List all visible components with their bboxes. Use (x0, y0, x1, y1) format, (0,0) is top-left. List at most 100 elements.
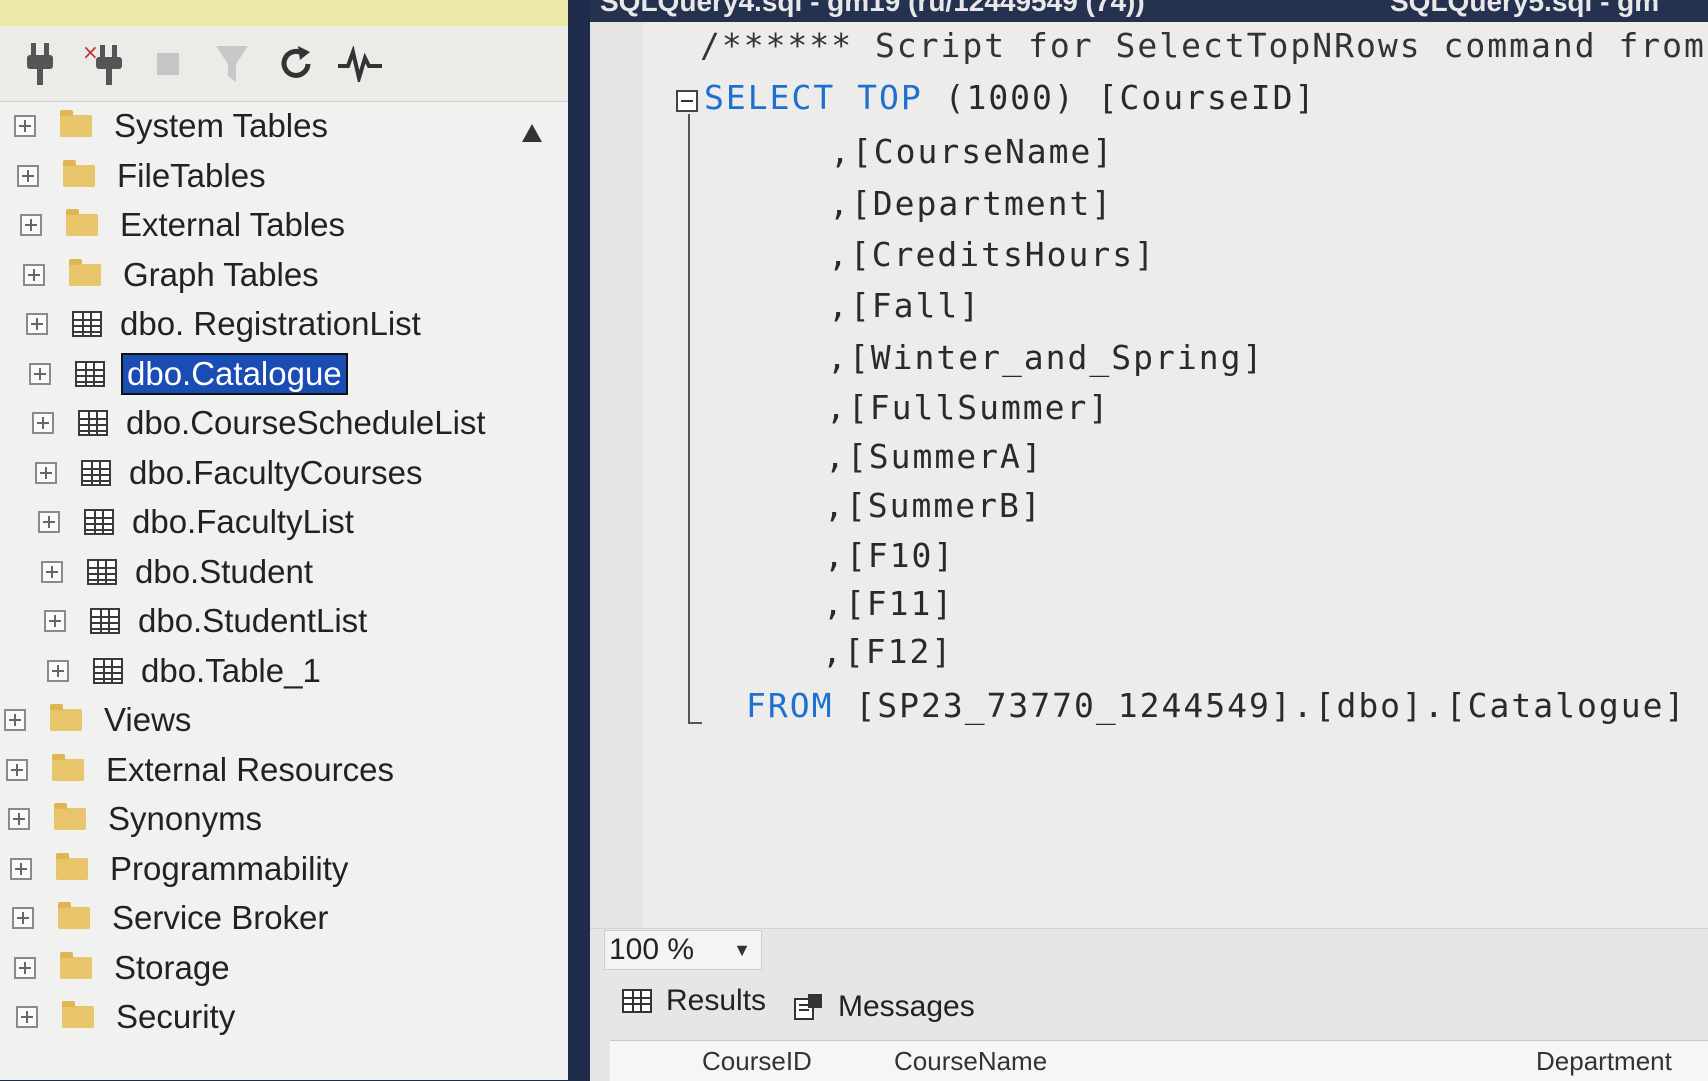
tree-item[interactable]: Security (16, 995, 235, 1039)
tree-item[interactable]: dbo.StudentList (44, 599, 367, 643)
fold-guide (688, 114, 690, 724)
from-keyword: FROM (746, 686, 834, 725)
column-line: ,[CreditsHours] (828, 235, 1157, 274)
grid-column-header[interactable]: CourseID (702, 1046, 812, 1077)
folder-icon (66, 209, 98, 236)
expand-plus-icon[interactable] (35, 461, 57, 484)
from-line: FROM [SP23_73770_1244549].[dbo].[Catalog… (746, 686, 1686, 725)
select-keyword: SELECT (704, 78, 836, 117)
query-tab-2[interactable]: SQLQuery5.sql - gm (1390, 0, 1659, 18)
expand-plus-icon[interactable] (12, 907, 34, 929)
query-tab-1[interactable]: SQLQuery4.sql - gm19 (ru/12449549 (74)) (600, 0, 1145, 18)
table-icon (78, 410, 108, 436)
tree-item[interactable]: Graph Tables (23, 253, 319, 297)
folder-icon (50, 704, 82, 731)
tree-item[interactable]: Programmability (10, 847, 348, 891)
folder-icon (60, 951, 92, 979)
tree-item[interactable]: System Tables (14, 104, 328, 148)
expand-plus-icon[interactable] (16, 1006, 38, 1028)
tree-item-label: Graph Tables (123, 255, 319, 293)
object-explorer: × System Tables FileTables External Tables… (0, 0, 568, 1080)
expand-plus-icon[interactable] (26, 313, 48, 335)
expand-plus-icon[interactable] (29, 362, 51, 385)
tree-item-label: dbo.Student (135, 552, 313, 590)
panel-splitter[interactable] (568, 0, 590, 1080)
expand-plus-icon[interactable] (44, 610, 66, 632)
tree-item[interactable]: dbo.Catalogue (29, 352, 348, 396)
tree-item[interactable]: External Tables (20, 203, 345, 247)
expand-plus-icon[interactable] (47, 659, 69, 682)
grid-column-header[interactable]: Department (1536, 1046, 1672, 1077)
tree-item[interactable]: FileTables (17, 154, 266, 198)
tree-item-label: Programmability (110, 849, 349, 887)
expand-plus-icon[interactable] (6, 758, 28, 781)
column-line: ,[F11] (823, 584, 955, 623)
tree-item[interactable]: dbo. RegistrationList (26, 302, 421, 346)
table-icon (84, 509, 114, 535)
object-explorer-tree: System Tables FileTables External Tables Gr… (0, 107, 520, 1080)
messages-tab[interactable]: Messages (794, 990, 975, 1024)
tree-item-label: dbo.FacultyCourses (129, 453, 423, 491)
expand-plus-icon[interactable] (32, 412, 54, 434)
tree-item[interactable]: Service Broker (12, 896, 328, 940)
expand-plus-icon[interactable] (8, 808, 30, 830)
tree-item[interactable]: dbo.Table_1 (47, 649, 321, 693)
query-editor[interactable] (590, 22, 1708, 928)
connect-icon[interactable] (18, 42, 62, 86)
tree-item-label: Service Broker (112, 899, 329, 936)
select-line: SELECT TOP (1000) [CourseID] (704, 78, 1316, 117)
expand-plus-icon[interactable] (38, 511, 60, 533)
editor-margin (590, 22, 642, 928)
expand-plus-icon[interactable] (14, 956, 36, 979)
expand-plus-icon[interactable] (14, 115, 36, 137)
column-line: ,[FullSummer] (826, 388, 1111, 427)
tree-item[interactable]: dbo.FacultyCourses (35, 451, 422, 495)
chevron-down-icon: ▼ (733, 939, 751, 960)
fold-guide-end (688, 722, 702, 724)
column-line: ,[SummerB] (824, 486, 1043, 525)
folder-icon (60, 110, 92, 137)
disconnect-icon[interactable]: × (82, 41, 126, 86)
results-tab[interactable]: Results (622, 984, 766, 1018)
tree-item[interactable]: dbo.CourseScheduleList (32, 401, 486, 445)
grid-column-header[interactable]: CourseName (894, 1046, 1047, 1077)
tree-item[interactable]: dbo.Student (41, 550, 313, 594)
table-icon (81, 459, 111, 486)
filter-icon[interactable] (210, 42, 254, 86)
folder-icon (52, 753, 84, 781)
expand-plus-icon[interactable] (17, 164, 39, 187)
zoom-dropdown[interactable]: 100 % ▼ (604, 930, 762, 970)
tree-item[interactable]: dbo.FacultyList (38, 500, 354, 544)
stop-icon[interactable] (146, 42, 190, 86)
expand-plus-icon[interactable] (4, 709, 26, 731)
tree-item-label: External Tables (120, 206, 346, 243)
folder-icon (54, 803, 86, 830)
expand-plus-icon[interactable] (20, 214, 42, 236)
expand-plus-icon[interactable] (10, 857, 32, 880)
expand-plus-icon[interactable] (41, 560, 63, 583)
tree-item[interactable]: Synonyms (8, 797, 262, 841)
explorer-toolbar: × (0, 26, 568, 102)
document-tab-bar: SQLQuery4.sql - gm19 (ru/12449549 (74)) … (590, 0, 1708, 22)
table-icon (75, 360, 105, 387)
tree-item-label: dbo.Table_1 (141, 651, 321, 689)
refresh-icon[interactable] (274, 42, 318, 86)
tree-item-label: Storage (114, 948, 230, 986)
scroll-up-arrow-icon[interactable] (522, 124, 542, 144)
collapse-toggle-icon[interactable] (676, 90, 698, 112)
tree-item-label: dbo.Catalogue (121, 352, 348, 395)
tree-item[interactable]: External Resources (6, 748, 394, 792)
tree-item[interactable]: Storage (14, 946, 230, 990)
tree-item-label: dbo.StudentList (138, 602, 368, 639)
expand-plus-icon[interactable] (23, 263, 45, 286)
messages-icon (794, 993, 824, 1021)
column-line: ,[CourseName] (830, 132, 1115, 171)
select-rest: (1000) [CourseID] (944, 78, 1317, 117)
explorer-title-strip (0, 0, 568, 26)
column-line: ,[F10] (824, 536, 956, 575)
messages-tab-label: Messages (838, 990, 975, 1023)
activity-monitor-icon[interactable] (338, 42, 382, 86)
column-line: ,[F12] (822, 632, 954, 671)
column-line: ,[Winter_and_Spring] (827, 338, 1265, 377)
tree-item[interactable]: Views (4, 698, 191, 742)
